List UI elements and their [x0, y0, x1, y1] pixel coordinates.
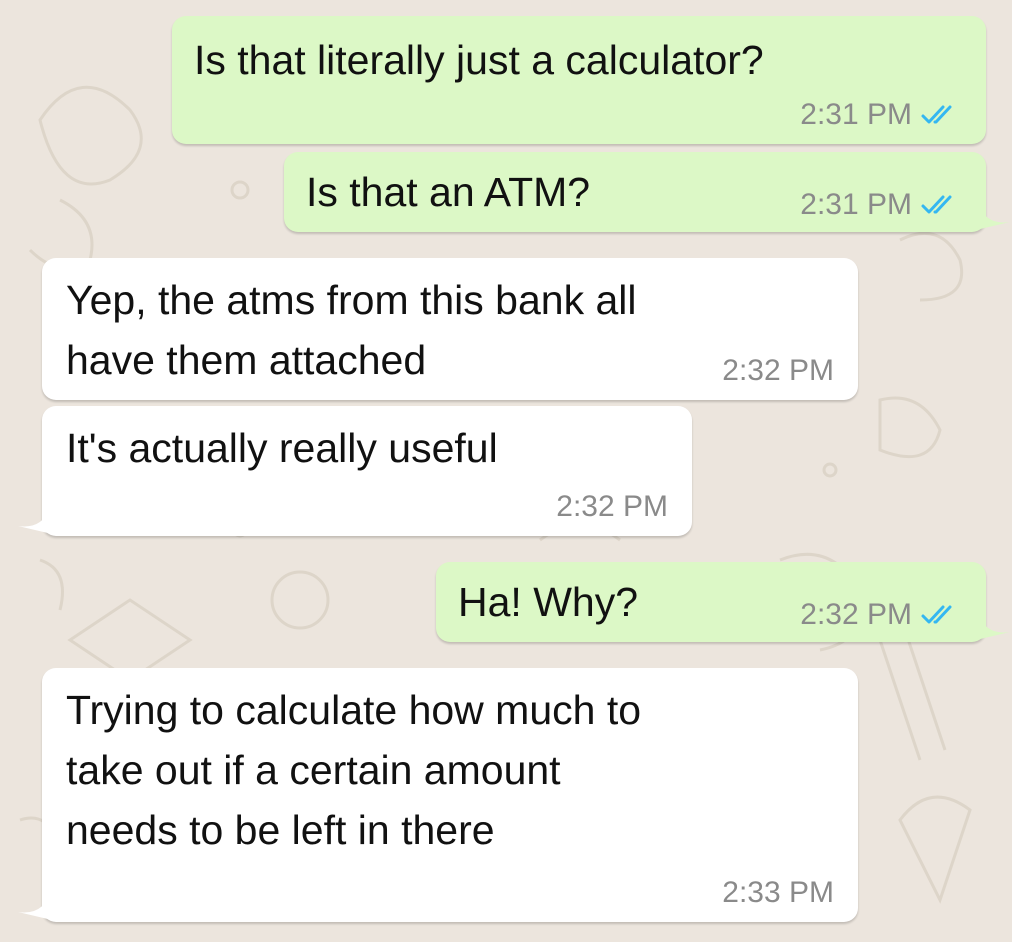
message-bubble-outgoing[interactable]: Is that literally just a calculator? 2:3…	[172, 16, 986, 144]
message-bubble-outgoing[interactable]: Ha! Why? 2:32 PM	[436, 562, 986, 642]
message-meta: 2:32 PM	[800, 598, 964, 632]
message-bubble-incoming[interactable]: Trying to calculate how much to take out…	[42, 668, 858, 922]
bubble-tail	[18, 500, 52, 534]
message-time: 2:32 PM	[722, 354, 834, 387]
message-time: 2:32 PM	[800, 598, 912, 631]
message-time: 2:32 PM	[556, 490, 668, 523]
chat-view[interactable]: Is that literally just a calculator? 2:3…	[0, 0, 1012, 942]
message-text: Is that an ATM?	[306, 169, 591, 215]
message-bubble-incoming[interactable]: It's actually really useful 2:32 PM	[42, 406, 692, 536]
message-time: 2:33 PM	[722, 876, 834, 909]
message-text: Is that literally just a calculator?	[194, 37, 764, 83]
message-bubble-outgoing[interactable]: Is that an ATM? 2:31 PM	[284, 152, 986, 232]
double-check-icon	[921, 195, 952, 214]
message-text: It's actually really useful	[66, 425, 498, 471]
message-time: 2:31 PM	[800, 98, 912, 131]
message-text: Trying to calculate how much to take out…	[66, 687, 642, 853]
bubble-tail	[976, 606, 1010, 640]
message-meta: 2:31 PM	[800, 98, 964, 132]
message-time-wrap: 2:32 PM	[722, 354, 834, 388]
message-meta: 2:31 PM	[800, 188, 964, 222]
message-time-wrap: 2:33 PM	[722, 876, 834, 910]
message-time-wrap: 2:32 PM	[556, 490, 668, 524]
message-bubble-incoming[interactable]: Yep, the atms from this bank all have th…	[42, 258, 858, 400]
message-text: Yep, the atms from this bank all have th…	[66, 277, 637, 383]
bubble-tail	[18, 886, 52, 920]
message-time: 2:31 PM	[800, 188, 912, 221]
double-check-icon	[921, 105, 952, 124]
double-check-icon	[921, 605, 952, 624]
message-text: Ha! Why?	[458, 579, 638, 625]
bubble-tail	[976, 196, 1010, 230]
